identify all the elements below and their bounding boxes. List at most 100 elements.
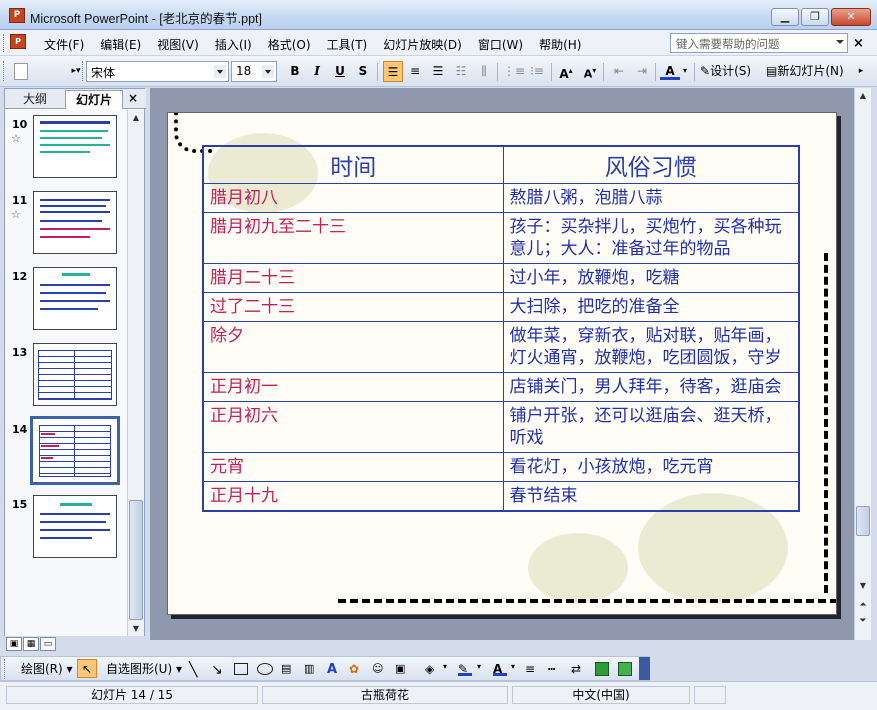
help-search-input[interactable]: 键入需要帮助的问题 <box>670 33 848 53</box>
scrollbar-thumb[interactable] <box>856 506 870 536</box>
chevron-down-icon[interactable]: ▾ <box>477 662 491 676</box>
slide-thumbnail-10[interactable] <box>33 115 117 178</box>
font-size-select[interactable]: 18 <box>231 61 277 82</box>
time-cell[interactable]: 除夕 <box>202 320 504 373</box>
line-color-icon[interactable]: ✎ <box>458 662 472 676</box>
tab-slides[interactable]: 幻灯片 <box>65 90 123 109</box>
menu-file[interactable]: 文件(F) <box>36 36 92 53</box>
increase-font-icon[interactable]: A▴ <box>556 61 576 82</box>
time-cell[interactable]: 正月初六 <box>202 400 504 453</box>
restore-button[interactable]: ❐ <box>801 8 829 26</box>
line-style-icon[interactable]: ≡ <box>525 662 539 676</box>
document-icon[interactable]: P <box>10 34 26 49</box>
time-cell[interactable]: 元宵 <box>202 451 504 482</box>
justify-icon[interactable]: ☷ <box>451 61 471 82</box>
time-cell[interactable]: 腊月二十三 <box>202 262 504 293</box>
line-icon[interactable]: ╲ <box>189 662 203 678</box>
slide-thumbnail-12[interactable] <box>33 267 117 330</box>
customs-table[interactable]: 时间 风俗习惯 腊月初八 熬腊八粥，泡腊八蒜 腊月初九至二十三 孩子：买杂拌儿，… <box>202 145 800 512</box>
menu-view[interactable]: 视图(V) <box>149 36 207 53</box>
shadow-button[interactable]: S <box>353 61 373 82</box>
normal-view-icon[interactable]: ▣ <box>6 637 22 651</box>
bold-button[interactable]: B <box>285 61 305 82</box>
align-center-icon[interactable]: ≡ <box>405 61 425 82</box>
slide-canvas[interactable]: 时间 风俗习惯 腊月初八 熬腊八粥，泡腊八蒜 腊月初九至二十三 孩子：买杂拌儿，… <box>167 112 837 615</box>
shadow-style-icon[interactable] <box>595 662 609 676</box>
design-button[interactable]: ✎设计(S) <box>700 61 751 82</box>
picture-icon[interactable]: ▣ <box>395 662 409 676</box>
increase-indent-icon[interactable]: ⇥ <box>632 61 652 82</box>
menu-grip[interactable] <box>3 34 6 52</box>
dash-style-icon[interactable]: ┅ <box>548 662 562 676</box>
scroll-up-icon[interactable]: ▲ <box>856 88 870 103</box>
slideshow-icon[interactable]: ▭ <box>40 637 56 651</box>
scroll-down-icon[interactable]: ▼ <box>129 621 143 636</box>
textbox-icon[interactable]: ▤ <box>281 662 295 676</box>
slide-thumbnail-15[interactable] <box>33 495 117 558</box>
toolbar-grip[interactable] <box>4 659 7 679</box>
distribute-icon[interactable]: ⫼ <box>474 61 494 82</box>
menu-tools[interactable]: 工具(T) <box>319 36 376 53</box>
custom-cell[interactable]: 铺户开张，还可以逛庙会、逛天桥，听戏 <box>502 400 800 453</box>
align-right-icon[interactable]: ☰ <box>428 61 448 82</box>
time-cell[interactable]: 正月十九 <box>202 480 504 511</box>
scrollbar-thumb[interactable] <box>129 500 143 620</box>
custom-cell[interactable]: 孩子：买杂拌儿，买炮竹，买各种玩意儿；大人：准备过年的物品 <box>502 211 800 264</box>
custom-cell[interactable]: 熬腊八粥，泡腊八蒜 <box>502 182 800 213</box>
menu-edit[interactable]: 编辑(E) <box>92 36 149 53</box>
chevron-down-icon[interactable] <box>214 65 226 78</box>
oval-icon[interactable] <box>257 663 273 675</box>
chevron-down-icon[interactable] <box>262 65 274 78</box>
time-cell[interactable]: 腊月初八 <box>202 182 504 213</box>
custom-cell[interactable]: 店铺关门，男人拜年，待客，逛庙会 <box>502 371 800 402</box>
toolbar-grip-2[interactable] <box>82 61 85 81</box>
slide-sorter-icon[interactable]: ▦ <box>23 637 39 651</box>
vertical-textbox-icon[interactable]: ▥ <box>304 662 318 676</box>
arrow-icon[interactable]: ↘ <box>211 662 225 678</box>
bullets-icon[interactable]: ⁝≡ <box>527 61 547 82</box>
minimize-button[interactable]: ▁ <box>771 8 799 26</box>
new-slide-button[interactable]: ▤新幻灯片(N) <box>766 61 844 82</box>
diagram-icon[interactable]: ✿ <box>349 662 363 676</box>
align-left-icon[interactable]: ☰ <box>383 61 403 82</box>
panel-close-icon[interactable]: × <box>128 91 138 105</box>
custom-cell[interactable]: 做年菜，穿新衣，贴对联，贴年画，灯火通宵，放鞭炮，吃团圆饭，守岁 <box>502 320 800 373</box>
rectangle-icon[interactable] <box>234 663 248 675</box>
slide-thumbnail-11[interactable] <box>33 191 117 254</box>
panel-scrollbar[interactable]: ▲ ▼ <box>127 110 144 636</box>
chevron-down-icon[interactable]: ▾ <box>511 662 525 676</box>
font-color-icon[interactable]: A <box>660 61 680 80</box>
scroll-down-icon[interactable]: ▼ <box>856 578 870 593</box>
close-button[interactable]: ✕ <box>831 8 871 26</box>
font-name-select[interactable]: 宋体 <box>86 61 229 82</box>
time-cell[interactable]: 过了二十三 <box>202 291 504 322</box>
time-cell[interactable]: 正月初一 <box>202 371 504 402</box>
menu-window[interactable]: 窗口(W) <box>470 36 531 53</box>
slide-thumbnail-14[interactable] <box>30 416 120 485</box>
decrease-indent-icon[interactable]: ⇤ <box>609 61 629 82</box>
new-document-icon[interactable] <box>14 63 28 80</box>
chevron-down-icon[interactable]: ▾ <box>680 61 690 82</box>
decrease-font-icon[interactable]: A▾ <box>580 61 600 82</box>
wordart-icon[interactable]: A <box>327 662 341 677</box>
fill-color-icon[interactable]: ◈ <box>425 662 439 676</box>
toolbar-options-icon[interactable] <box>639 657 650 680</box>
previous-slide-icon[interactable]: ⏶ <box>856 598 870 613</box>
italic-button[interactable]: I <box>307 61 327 82</box>
chevron-down-icon[interactable] <box>836 40 844 44</box>
menu-insert[interactable]: 插入(I) <box>207 36 260 53</box>
scroll-up-icon[interactable]: ▲ <box>129 110 143 125</box>
clipart-icon[interactable]: ☺ <box>372 662 386 676</box>
tab-outline[interactable]: 大纲 <box>8 90 62 109</box>
close-document-icon[interactable]: × <box>853 36 864 51</box>
custom-cell[interactable]: 过小年，放鞭炮，吃糖 <box>502 262 800 293</box>
next-slide-icon[interactable]: ⏷ <box>856 614 870 629</box>
menu-help[interactable]: 帮助(H) <box>531 36 589 53</box>
slide-thumbnail-13[interactable] <box>33 343 117 406</box>
numbering-icon[interactable]: ⋮≡ <box>503 61 525 82</box>
select-pointer-icon[interactable]: ↖ <box>77 659 97 678</box>
editor-scrollbar[interactable]: ▲ ▼ ⏶ ⏷ <box>854 88 871 640</box>
toolbar-grip[interactable] <box>3 61 6 81</box>
draw-menu[interactable]: 绘图(R) ▾ <box>21 659 73 680</box>
custom-cell[interactable]: 春节结束 <box>502 480 800 511</box>
